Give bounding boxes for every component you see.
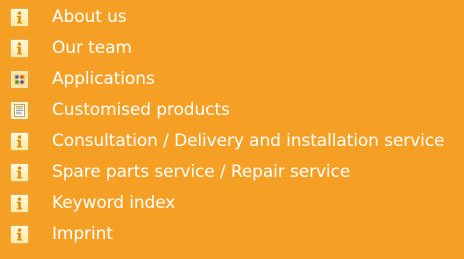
menu-item-keyword-index[interactable]: Keyword index bbox=[0, 192, 464, 222]
info-icon bbox=[10, 194, 29, 213]
menu-item-label: About us bbox=[52, 7, 127, 27]
menu-item-spare-parts-repair[interactable]: Spare parts service / Repair service bbox=[0, 161, 464, 191]
document-icon bbox=[10, 101, 29, 120]
navigation-menu: About us Our team Applications Customise… bbox=[0, 0, 464, 259]
applications-icon bbox=[10, 70, 29, 89]
menu-item-imprint[interactable]: Imprint bbox=[0, 223, 464, 253]
menu-item-label: Our team bbox=[52, 38, 132, 58]
menu-item-about-us[interactable]: About us bbox=[0, 6, 464, 36]
menu-item-customised-products[interactable]: Customised products bbox=[0, 99, 464, 129]
menu-item-label: Spare parts service / Repair service bbox=[52, 162, 351, 182]
menu-item-applications[interactable]: Applications bbox=[0, 68, 464, 98]
info-icon bbox=[10, 39, 29, 58]
menu-item-label: Consultation / Delivery and installation… bbox=[52, 131, 445, 151]
info-icon bbox=[10, 163, 29, 182]
menu-item-label: Applications bbox=[52, 69, 155, 89]
info-icon bbox=[10, 225, 29, 244]
menu-item-label: Customised products bbox=[52, 100, 230, 120]
menu-item-our-team[interactable]: Our team bbox=[0, 37, 464, 67]
info-icon bbox=[10, 132, 29, 151]
info-icon bbox=[10, 8, 29, 27]
menu-item-label: Imprint bbox=[52, 224, 113, 244]
menu-item-label: Keyword index bbox=[52, 193, 176, 213]
menu-item-consultation-delivery-installation[interactable]: Consultation / Delivery and installation… bbox=[0, 130, 464, 160]
